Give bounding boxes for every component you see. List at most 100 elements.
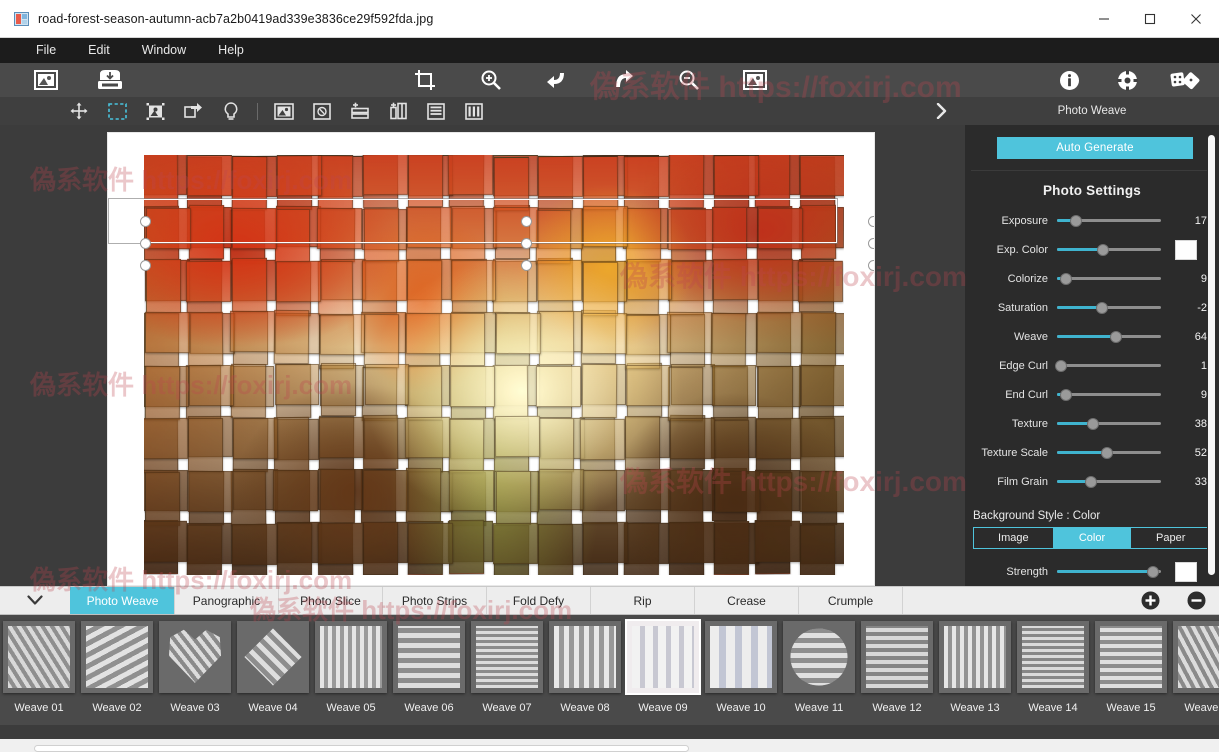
weave-strip-cell[interactable] — [758, 366, 793, 420]
weave-strip-cell[interactable] — [712, 365, 757, 406]
settings-icon[interactable] — [1105, 63, 1149, 97]
selection-handle[interactable] — [521, 260, 532, 271]
weave-strip-cell[interactable] — [318, 155, 353, 209]
redo-icon[interactable] — [601, 63, 645, 97]
slider-knob[interactable] — [1097, 244, 1109, 256]
effects-icon[interactable] — [1163, 63, 1207, 97]
thumbnail-preview-vert-strips[interactable] — [315, 621, 387, 693]
chevron-right-icon[interactable] — [917, 97, 965, 125]
tab-rip[interactable]: Rip — [590, 587, 694, 614]
weave-strip-cell[interactable] — [146, 208, 191, 249]
weave-strip-cell[interactable] — [145, 366, 180, 420]
weave-strip-cell[interactable] — [536, 366, 581, 407]
weave-strip-cell[interactable] — [407, 207, 452, 248]
delete-element-icon[interactable] — [303, 97, 341, 125]
open-image-icon[interactable] — [24, 63, 68, 97]
weave-strip-cell[interactable] — [144, 472, 179, 526]
weave-strip-cell[interactable] — [755, 155, 790, 207]
weave-strip-cell[interactable] — [448, 155, 493, 195]
weave-strip-cell[interactable] — [317, 261, 352, 315]
weave-strip-cell[interactable] — [232, 524, 277, 565]
weave-strip-cell[interactable] — [187, 155, 232, 196]
maximize-icon[interactable] — [1127, 0, 1173, 37]
weave-strip-cell[interactable] — [670, 418, 715, 459]
weave-strip-cell[interactable] — [667, 312, 712, 353]
panel-scrollbar-thumb[interactable] — [1208, 135, 1215, 575]
weave-strip-cell[interactable] — [406, 468, 441, 522]
selection-handle[interactable] — [140, 260, 151, 271]
weave-strip-cell[interactable] — [625, 314, 660, 368]
weave-strip-cell[interactable] — [668, 209, 713, 250]
tab-fold-defy[interactable]: Fold Defy — [486, 587, 590, 614]
thumbnail-item[interactable]: Weave 14 — [1014, 615, 1092, 714]
thumbnail-item[interactable]: Weave 07 — [468, 615, 546, 714]
slider-track[interactable] — [1057, 359, 1161, 373]
weave-strip-cell[interactable] — [277, 523, 312, 575]
weave-strip-cell[interactable] — [494, 416, 539, 457]
weave-strip-cell[interactable] — [188, 471, 233, 512]
weave-strip-cell[interactable] — [583, 156, 618, 210]
selection-handle[interactable] — [521, 216, 532, 227]
thumbnail-item[interactable]: Weave 11 — [780, 615, 858, 714]
tab-photo-slice[interactable]: Photo Slice — [278, 587, 382, 614]
weave-strip-cell[interactable] — [144, 521, 187, 562]
zoom-in-icon[interactable] — [469, 63, 513, 97]
thumbnail-item[interactable]: Weave 05 — [312, 615, 390, 714]
add-preset-icon[interactable] — [1127, 587, 1173, 614]
weave-strip-cell[interactable] — [188, 312, 223, 366]
selection-handle[interactable] — [521, 238, 532, 249]
zoom-out-icon[interactable] — [667, 63, 711, 97]
menu-item-help[interactable]: Help — [202, 38, 260, 63]
weave-strip-cell[interactable] — [583, 262, 618, 316]
weave-strip-cell[interactable] — [625, 416, 660, 470]
weave-strip-cell[interactable] — [406, 366, 441, 420]
menu-item-file[interactable]: File — [20, 38, 72, 63]
add-column-icon[interactable] — [379, 97, 417, 125]
thumbnail-preview-wide-bars[interactable] — [705, 621, 777, 693]
thumbnail-item[interactable]: Weave 01 — [0, 615, 78, 714]
weave-strip-cell[interactable] — [493, 522, 538, 563]
thumbnail-item[interactable]: Weave 02 — [78, 615, 156, 714]
slider-track[interactable] — [1057, 272, 1161, 286]
weave-strip-cell[interactable] — [363, 470, 408, 511]
photo-weave-artwork[interactable] — [144, 155, 844, 575]
weave-strip-cell[interactable] — [449, 419, 484, 473]
slider-knob[interactable] — [1110, 331, 1122, 343]
thumbnail-preview-vert-bars[interactable] — [549, 621, 621, 693]
weave-strip-cell[interactable] — [230, 311, 275, 352]
weave-strip-cell[interactable] — [757, 472, 792, 526]
color-swatch[interactable] — [1175, 240, 1197, 260]
weave-strip-cell[interactable] — [273, 470, 318, 511]
background-option-paper[interactable]: Paper — [1131, 528, 1210, 548]
scrollbar-thumb[interactable] — [34, 745, 689, 752]
slider-track[interactable] — [1057, 243, 1161, 257]
weave-strip-cell[interactable] — [320, 469, 355, 523]
slider-track[interactable] — [1057, 388, 1161, 402]
slider-knob[interactable] — [1101, 447, 1113, 459]
weave-strip-cell[interactable] — [714, 420, 749, 474]
save-image-icon[interactable] — [88, 63, 132, 97]
thumbnail-preview-diag-lines[interactable] — [81, 621, 153, 693]
remove-preset-icon[interactable] — [1173, 587, 1219, 614]
weave-strip-cell[interactable] — [669, 155, 704, 208]
slider-track[interactable] — [1057, 446, 1161, 460]
bottom-scrollbar[interactable] — [0, 725, 1219, 752]
weave-strip-cell[interactable] — [538, 524, 573, 575]
slider-knob[interactable] — [1087, 418, 1099, 430]
background-option-color[interactable]: Color — [1053, 528, 1132, 548]
weave-strip-cell[interactable] — [449, 520, 484, 574]
weave-strip-cell[interactable] — [668, 367, 703, 421]
weave-strip-cell[interactable] — [407, 260, 442, 314]
weave-strip-cell[interactable] — [451, 260, 496, 301]
add-image-icon[interactable] — [265, 97, 303, 125]
slider-knob[interactable] — [1060, 273, 1072, 285]
weave-strip-cell[interactable] — [408, 523, 453, 564]
weave-strip-cell[interactable] — [711, 313, 746, 367]
weave-strip-cell[interactable] — [144, 155, 178, 207]
menu-item-window[interactable]: Window — [126, 38, 202, 63]
weave-strip-cell[interactable] — [582, 363, 617, 417]
weave-strip-cell[interactable] — [626, 208, 661, 262]
thumbnail-preview-plain-weave[interactable] — [1095, 621, 1167, 693]
weave-strip-cell[interactable] — [449, 470, 494, 511]
weave-strip-cell[interactable] — [581, 470, 616, 524]
